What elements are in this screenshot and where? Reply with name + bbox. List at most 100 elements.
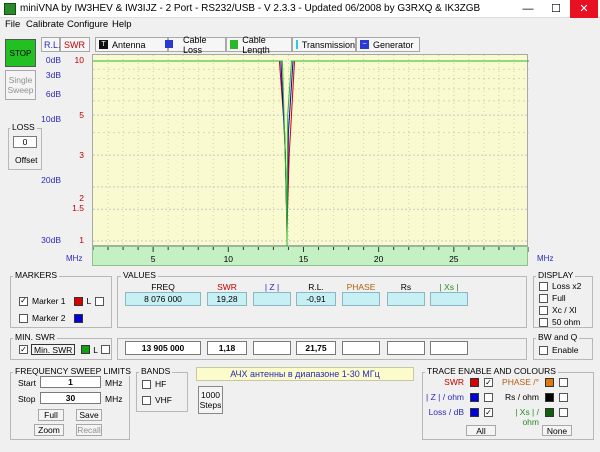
zoom-button[interactable]: Zoom — [34, 424, 64, 436]
marker2-color[interactable] — [73, 313, 83, 323]
tab-swr[interactable]: SWR — [60, 37, 90, 52]
rl-tick-label: 10dB — [41, 114, 61, 124]
generator-icon: ~ — [360, 40, 369, 49]
none-button[interactable]: None — [542, 425, 572, 436]
tab-rl[interactable]: R.L. — [41, 37, 61, 52]
trace-color-xs[interactable] — [545, 408, 554, 417]
series-line-2 — [93, 60, 529, 242]
min-swr-color[interactable] — [81, 345, 91, 354]
tab-cable-length[interactable]: Cable Length — [226, 34, 292, 55]
vhf-label: VHF — [155, 395, 172, 405]
bwq-enable-label: Enable — [552, 345, 579, 355]
trace-checkbox-loss[interactable]: ✓ — [484, 408, 493, 417]
display-option-checkbox[interactable] — [539, 305, 548, 315]
full-button[interactable]: Full — [38, 409, 64, 421]
start-input[interactable]: 1 — [40, 376, 101, 388]
bands-title: BANDS — [139, 366, 173, 376]
steps-value: 1000 — [201, 390, 220, 400]
tab-transmission-label: Transmission — [301, 39, 355, 50]
vhf-checkbox[interactable] — [142, 395, 151, 405]
stop-unit: MHz — [105, 394, 123, 404]
tab-antenna[interactable]: T Antenna — [95, 37, 168, 52]
marker2-checkbox[interactable] — [19, 313, 28, 323]
tab-cable-length-label: Cable Length — [242, 34, 270, 55]
steps-label: Steps — [199, 400, 222, 410]
trace-checkbox-phase[interactable] — [559, 378, 568, 387]
display-option-checkbox[interactable] — [539, 293, 548, 303]
trace-color-phase[interactable] — [545, 378, 554, 387]
min-swr-l-checkbox[interactable] — [100, 345, 110, 354]
rl-tick-label: 3dB — [45, 70, 61, 80]
maximize-icon[interactable]: ☐ — [542, 0, 570, 18]
tab-cable-loss[interactable]: Cable Loss — [168, 35, 226, 55]
trace-checkbox-z[interactable] — [484, 393, 493, 402]
min-swr-button[interactable]: Min. SWR — [31, 344, 76, 355]
menu-help[interactable]: Help — [112, 19, 132, 30]
trace-color-loss[interactable] — [470, 408, 479, 417]
minimize-icon[interactable]: — — [514, 0, 542, 18]
tab-transmission[interactable]: Transmission — [292, 37, 356, 52]
save-button[interactable]: Save — [76, 409, 102, 421]
min-value-cell — [342, 341, 380, 355]
series-line-1 — [93, 60, 529, 234]
trace-label-phase: PHASE /° — [502, 377, 539, 387]
x-axis-unit-right: MHz — [537, 254, 554, 263]
value-cell — [253, 292, 291, 306]
min-value-cell: 1,18 — [207, 341, 247, 355]
marker1-color[interactable] — [73, 296, 83, 306]
value-header: FREQ — [151, 282, 175, 292]
start-label: Start — [18, 378, 36, 388]
bwq-enable-row: Enable — [539, 345, 578, 355]
stop-input[interactable]: 30 — [40, 392, 101, 404]
value-cell: 8 076 000 — [125, 292, 201, 306]
steps-control[interactable]: 1000 Steps — [198, 386, 223, 414]
tab-generator[interactable]: ~ Generator — [356, 37, 420, 52]
recall-button[interactable]: Recall — [76, 424, 102, 436]
close-icon[interactable]: ✕ — [570, 0, 598, 18]
cable-length-icon — [230, 40, 239, 49]
note-field[interactable]: АЧХ антенны в диапазоне 1-30 МГц — [196, 367, 414, 381]
x-tick-label: 5 — [151, 254, 156, 264]
hf-checkbox[interactable] — [142, 379, 151, 389]
trace-color-rs[interactable] — [545, 393, 554, 402]
app-icon — [4, 3, 16, 15]
trace-checkbox-xs[interactable] — [559, 408, 568, 417]
menu-configure[interactable]: Configure — [67, 19, 108, 30]
marker1-row: ✓ Marker 1 L — [19, 296, 105, 306]
display-title: DISPLAY — [536, 270, 576, 280]
chart-area[interactable] — [92, 54, 529, 247]
display-option-label: Xc / Xl — [552, 305, 577, 315]
trace-color-swr[interactable] — [470, 378, 479, 387]
display-option-row: Xc / Xl — [539, 305, 577, 315]
hf-label: HF — [155, 379, 167, 389]
min-swr-checkbox[interactable]: ✓ — [19, 345, 28, 354]
value-cell: 19,28 — [207, 292, 247, 306]
tab-generator-label: Generator — [373, 39, 414, 50]
value-header: | Z | — [264, 282, 280, 292]
trace-checkbox-rs[interactable] — [559, 393, 568, 402]
marker2-row: Marker 2 — [19, 313, 83, 323]
all-button[interactable]: All — [466, 425, 496, 436]
value-cell — [342, 292, 380, 306]
trace-checkbox-swr[interactable]: ✓ — [484, 378, 493, 387]
menu-calibrate[interactable]: Calibrate — [26, 19, 64, 30]
x-tick-label: 15 — [299, 254, 309, 264]
trace-color-z[interactable] — [470, 393, 479, 402]
sweep-title: FREQUENCY SWEEP LIMITS — [13, 366, 133, 376]
loss-input[interactable]: 0 — [13, 136, 37, 148]
start-unit: MHz — [105, 378, 123, 388]
markers-title: MARKERS — [13, 270, 60, 280]
value-cell — [387, 292, 425, 306]
marker1-l-checkbox[interactable] — [95, 296, 105, 306]
values-title: VALUES — [121, 270, 158, 280]
bands-group — [136, 372, 188, 412]
bwq-enable-checkbox[interactable] — [539, 345, 548, 355]
trace-label-swr: SWR — [444, 377, 464, 387]
min-swr-row: ✓ Min. SWR L — [19, 344, 110, 355]
display-option-checkbox[interactable] — [539, 317, 548, 327]
marker1-checkbox[interactable]: ✓ — [19, 296, 28, 306]
swr-tick-label: 1 — [79, 235, 84, 245]
menu-file[interactable]: File — [5, 19, 20, 30]
min-value-cell — [430, 341, 468, 355]
display-option-checkbox[interactable] — [539, 281, 548, 291]
